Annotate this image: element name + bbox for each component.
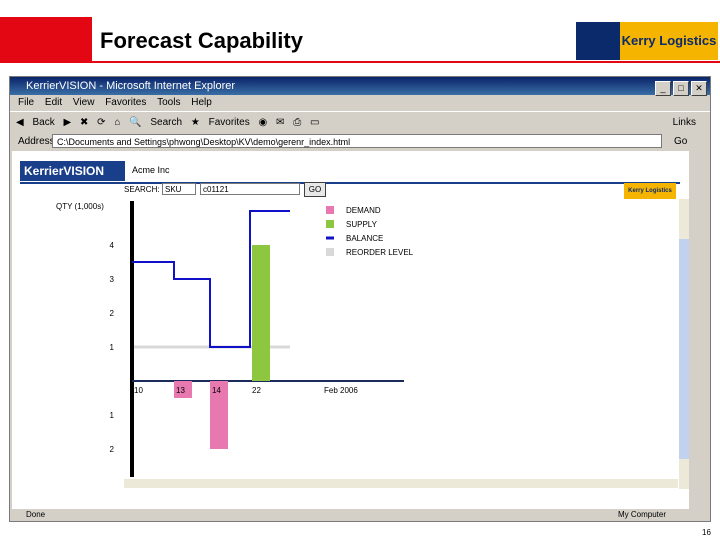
supply-bar (252, 245, 270, 381)
forward-button[interactable]: ▶ (63, 117, 71, 128)
search-label: Search (150, 117, 183, 128)
logo-flag-icon (576, 22, 620, 60)
browser-window: KerrierVISION - Microsoft Internet Explo… (9, 76, 711, 522)
horizontal-scrollbar[interactable] (124, 479, 678, 488)
menu-edit[interactable]: Edit (45, 97, 62, 108)
status-bar: Done My Computer (10, 509, 710, 521)
page-number: 16 (702, 528, 711, 537)
minimize-button[interactable]: _ (655, 81, 671, 96)
toolbar: ◀ Back ▶ ✖ ⟳ ⌂ 🔍 Search ★ Favorites ◉ ✉ … (10, 111, 710, 134)
legend-label: DEMAND (346, 206, 381, 215)
legend-swatch (326, 248, 334, 256)
search-field-select[interactable]: SKU (162, 183, 196, 195)
refresh-icon[interactable]: ⟳ (97, 117, 105, 128)
x-tick-label: 13 (176, 386, 185, 395)
scroll-thumb[interactable] (679, 239, 689, 459)
kl-small-logo: Kerry Logistics (624, 183, 676, 199)
y-tick-label: 2 (110, 445, 115, 454)
favorites-label: Favorites (208, 117, 250, 128)
y-tick-label: 1 (110, 343, 115, 352)
y-tick-label: 2 (110, 309, 115, 318)
mail-icon[interactable]: ✉ (276, 117, 284, 128)
legend-label: SUPPLY (346, 220, 378, 229)
search-button[interactable]: 🔍 Search (129, 117, 182, 128)
slide-title: Forecast Capability (100, 28, 303, 53)
legend-label: BALANCE (346, 234, 383, 243)
logo-text: Kerry Logistics (620, 22, 718, 60)
x-tick-label: 10 (134, 386, 143, 395)
menu-favorites[interactable]: Favorites (105, 97, 146, 108)
back-label: Back (32, 117, 55, 128)
page-content: KerrierVISION Acme Inc SEARCH: SKU c0112… (12, 151, 689, 509)
window-title: KerrierVISION - Microsoft Internet Explo… (26, 80, 236, 92)
app-brand: KerrierVISION (20, 161, 125, 181)
x-tick-label: 22 (252, 386, 261, 395)
maximize-button[interactable]: □ (673, 81, 689, 96)
folder-icon[interactable]: ▭ (310, 117, 319, 128)
header-divider (20, 182, 680, 184)
browser-titlebar: KerrierVISION - Microsoft Internet Explo… (10, 77, 710, 96)
title-divider (0, 61, 720, 63)
address-bar: Address C:\Documents and Settings\phwong… (10, 133, 710, 151)
menu-tools[interactable]: Tools (157, 97, 180, 108)
forecast-chart: QTY (1,000s) 1 2 3 4 1 2 10 13 14 22 Feb 2006 DEMAND… (56, 201, 414, 477)
legend-label: REORDER LEVEL (346, 248, 414, 257)
status-done: Done (26, 510, 46, 519)
red-accent-block (0, 17, 92, 61)
address-label: Address (18, 136, 55, 147)
back-button[interactable]: ◀ Back (16, 117, 55, 128)
x-tick-label: 14 (212, 386, 221, 395)
favorites-button[interactable]: ★ Favorites (191, 117, 250, 128)
legend-swatch (326, 206, 334, 214)
media-icon[interactable]: ◉ (259, 117, 268, 128)
stop-icon[interactable]: ✖ (80, 117, 88, 128)
status-zone: My Computer (618, 510, 667, 519)
y-axis-label: QTY (1,000s) (56, 202, 104, 211)
y-tick-label: 3 (110, 275, 115, 284)
home-icon[interactable]: ⌂ (114, 117, 120, 128)
kerry-logistics-logo: Kerry Logistics (576, 22, 718, 60)
y-tick-label: 4 (110, 241, 115, 250)
y-tick-label: 1 (110, 411, 115, 420)
links-label[interactable]: Links (673, 112, 696, 134)
address-go-button[interactable]: Go (674, 133, 687, 151)
search-go-button[interactable]: GO (304, 182, 326, 197)
vertical-scrollbar[interactable] (679, 199, 689, 489)
x-period-label: Feb 2006 (324, 386, 358, 395)
menu-help[interactable]: Help (191, 97, 212, 108)
print-icon[interactable]: ⎙ (293, 117, 301, 128)
menu-view[interactable]: View (73, 97, 95, 108)
menu-bar: File Edit View Favorites Tools Help (10, 95, 710, 111)
menu-file[interactable]: File (18, 97, 34, 108)
address-input[interactable]: C:\Documents and Settings\phwong\Desktop… (52, 134, 662, 148)
close-button[interactable]: ✕ (691, 81, 707, 96)
company-name: Acme Inc (132, 165, 170, 175)
search-label: SEARCH: (124, 185, 160, 194)
search-input[interactable]: c01121 (200, 183, 300, 195)
legend-swatch (326, 220, 334, 228)
